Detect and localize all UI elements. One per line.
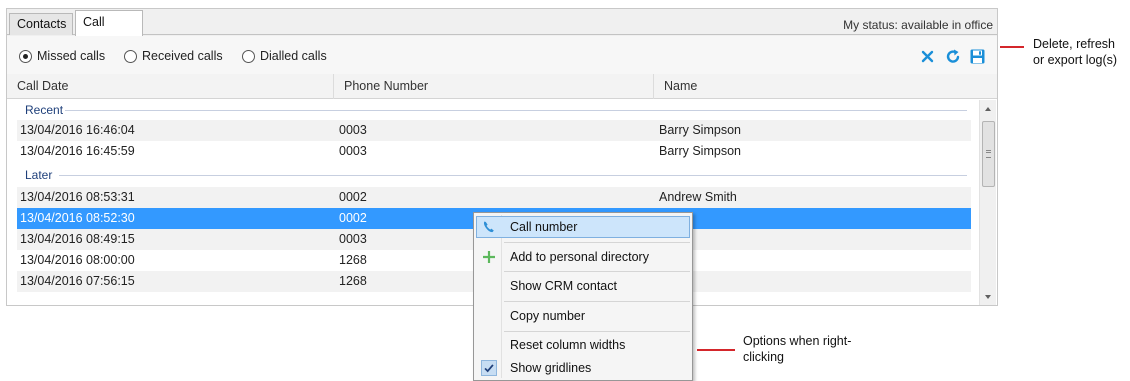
group-header-recent: Recent (7, 100, 975, 120)
column-header-call-date[interactable]: Call Date (7, 74, 334, 99)
group-divider (59, 175, 967, 176)
scroll-down-arrow[interactable] (980, 288, 997, 305)
menu-item-show-gridlines[interactable]: Show gridlines (476, 357, 690, 379)
menu-item-label: Reset column widths (510, 338, 626, 352)
annotation-menu-note: Options when right-clicking (743, 334, 852, 364)
group-label: Recent (25, 103, 70, 117)
menu-item-call-number[interactable]: Call number (476, 216, 690, 238)
dialled-calls-radio[interactable]: Dialled calls (242, 48, 327, 64)
phone-number-cell: 0003 (339, 232, 367, 246)
my-status-text: My status: available in office (843, 18, 993, 32)
delete-button[interactable] (919, 48, 936, 65)
tab-contacts[interactable]: Contacts (9, 13, 73, 35)
call-date-cell: 13/04/2016 08:49:15 (20, 232, 135, 246)
phone-number-cell: 0002 (339, 211, 367, 225)
menu-item-label: Show gridlines (510, 361, 592, 375)
group-label: Later (25, 168, 59, 182)
dialled-calls-label: Dialled calls (260, 49, 327, 63)
delete-icon (921, 50, 934, 63)
table-row[interactable]: 13/04/2016 16:45:59 0003 Barry Simpson (17, 141, 971, 162)
plus-icon (483, 251, 495, 263)
group-divider (65, 110, 967, 111)
menu-item-show-crm-contact[interactable]: Show CRM contact (476, 275, 690, 297)
call-date-cell: 13/04/2016 16:45:59 (20, 144, 135, 158)
table-row[interactable]: 13/04/2016 08:53:31 0002 Andrew Smith (17, 187, 971, 208)
annotation-pointer-line (1000, 46, 1024, 48)
call-filter-bar: Missed calls Received calls Dialled call… (7, 36, 997, 74)
scrollbar-thumb[interactable] (982, 121, 995, 187)
menu-item-label: Show CRM contact (510, 279, 617, 293)
name-cell: Andrew Smith (659, 190, 737, 204)
export-button[interactable] (969, 48, 986, 65)
name-cell: Barry Simpson (659, 144, 741, 158)
menu-item-label: Add to personal directory (510, 250, 649, 264)
call-date-cell: 13/04/2016 08:52:30 (20, 211, 135, 225)
radio-selected-indicator (19, 49, 32, 63)
column-header-name[interactable]: Name (654, 74, 997, 99)
annotation-pointer-line (697, 349, 735, 351)
vertical-scrollbar[interactable] (979, 100, 996, 305)
table-row[interactable]: 13/04/2016 16:46:04 0003 Barry Simpson (17, 120, 971, 141)
menu-separator (504, 301, 690, 302)
received-calls-radio[interactable]: Received calls (124, 48, 223, 64)
phone-number-cell: 0002 (339, 190, 367, 204)
scroll-up-arrow[interactable] (980, 100, 997, 117)
refresh-icon (946, 49, 960, 63)
phone-icon (483, 221, 494, 233)
menu-separator (504, 271, 690, 272)
call-date-cell: 13/04/2016 08:00:00 (20, 253, 135, 267)
menu-item-label: Copy number (510, 309, 586, 323)
name-cell: Barry Simpson (659, 123, 741, 137)
context-menu: Call number Add to personal directory Sh… (473, 212, 693, 381)
missed-calls-radio[interactable]: Missed calls (19, 48, 105, 64)
call-date-cell: 13/04/2016 08:53:31 (20, 190, 135, 204)
call-date-cell: 13/04/2016 07:56:15 (20, 274, 135, 288)
refresh-button[interactable] (945, 48, 962, 65)
received-calls-label: Received calls (142, 49, 223, 63)
menu-item-reset-column-widths[interactable]: Reset column widths (476, 334, 690, 356)
phone-number-cell: 1268 (339, 253, 367, 267)
group-header-later: Later (7, 165, 975, 185)
tab-call-logs[interactable]: Call Logs (75, 10, 143, 52)
missed-calls-label: Missed calls (37, 49, 106, 63)
menu-separator (504, 331, 690, 332)
menu-item-copy-number[interactable]: Copy number (476, 305, 690, 327)
column-header-row: Call Date Phone Number Name (7, 74, 997, 99)
check-icon (481, 360, 497, 376)
menu-separator (504, 242, 690, 243)
menu-item-label: Call number (510, 220, 578, 234)
phone-number-cell: 0003 (339, 144, 367, 158)
radio-indicator (124, 49, 137, 63)
column-header-phone-number[interactable]: Phone Number (334, 74, 654, 99)
call-date-cell: 13/04/2016 16:46:04 (20, 123, 135, 137)
phone-number-cell: 1268 (339, 274, 367, 288)
tab-bar: Contacts Call Logs My status: available … (7, 9, 997, 52)
save-icon (970, 49, 985, 64)
menu-item-add-to-personal-directory[interactable]: Add to personal directory (476, 246, 690, 268)
phone-number-cell: 0003 (339, 123, 367, 137)
annotation-toolbar-note: Delete, refresh or export log(s) (1033, 37, 1118, 67)
radio-indicator (242, 49, 255, 63)
